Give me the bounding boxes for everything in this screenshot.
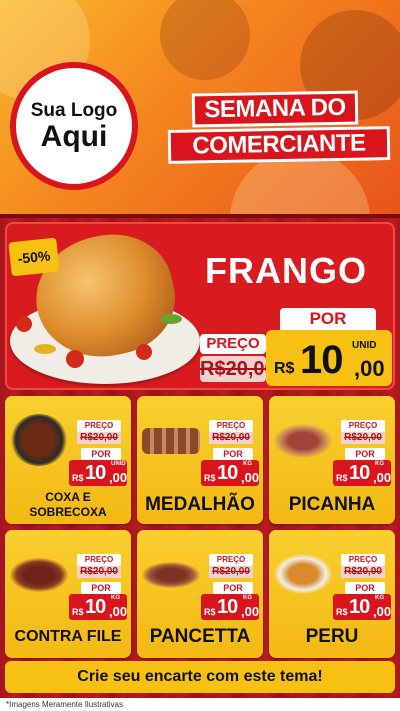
price-integer: 10: [217, 462, 238, 484]
price-integer: 10: [85, 462, 106, 484]
featured-preco-label: PREÇO: [200, 334, 266, 354]
price-decimal: ,00: [241, 470, 260, 485]
por-label: POR: [81, 448, 121, 460]
por-label: POR: [345, 448, 385, 460]
new-price: R$ 10 KG ,00: [333, 594, 391, 620]
product-card-contra-file[interactable]: PREÇO R$20,00 POR R$ 10 KG ,00 CONTRA FILE: [5, 530, 131, 658]
tomato-garnish: [66, 350, 84, 368]
featured-product-name: FRANGO: [205, 250, 367, 291]
price-integer: 10: [349, 596, 370, 618]
price-unit: KG: [375, 595, 384, 601]
cta-button[interactable]: Crie seu encarte com este tema!: [5, 661, 395, 693]
title-line2: COMERCIANTE: [167, 126, 391, 164]
old-price: R$20,00: [209, 566, 253, 578]
preco-label: PREÇO: [209, 420, 253, 432]
roast-turkey-image: [274, 554, 332, 594]
new-price: R$ 10 KG ,00: [201, 594, 259, 620]
currency-symbol: R$: [204, 473, 216, 483]
featured-old-price: R$20,00: [200, 356, 276, 382]
old-price: R$20,00: [77, 432, 121, 444]
price-integer: 10: [85, 596, 106, 618]
product-name: PANCETTA: [149, 626, 251, 647]
herb-garnish: [34, 344, 56, 354]
product-card-peru[interactable]: PREÇO R$20,00 POR R$ 10 KG ,00 PERU: [269, 530, 395, 658]
new-price: R$ 10 KG ,00: [69, 594, 127, 620]
preco-label: PREÇO: [341, 420, 385, 432]
price-unit: UNID: [111, 461, 126, 467]
old-price: R$20,00: [77, 566, 121, 578]
price-unit: KG: [243, 461, 252, 467]
price-decimal: ,00: [373, 470, 392, 485]
background-shape: [160, 0, 250, 80]
currency-symbol: R$: [72, 607, 84, 617]
new-price: R$ 10 UNID ,00: [69, 460, 127, 486]
footnote: *Imagens Meramente Ilustrativas: [0, 698, 400, 711]
currency-symbol: R$: [336, 607, 348, 617]
product-card-medalhao[interactable]: PREÇO R$20,00 POR R$ 10 KG ,00 MEDALHÃO: [137, 396, 263, 524]
currency-symbol: R$: [336, 473, 348, 483]
old-price: R$20,00: [209, 432, 253, 444]
price-unit: KG: [111, 595, 120, 601]
price-decimal: ,00: [373, 604, 392, 619]
new-price: R$ 10 KG ,00: [201, 460, 259, 486]
price-decimal: ,00: [109, 470, 128, 485]
price-decimal: ,00: [241, 604, 260, 619]
price-unit: KG: [375, 461, 384, 467]
currency-symbol: R$: [72, 473, 84, 483]
preco-label: PREÇO: [77, 420, 121, 432]
price-integer: 10: [349, 462, 370, 484]
discount-badge: -50%: [8, 237, 60, 277]
pancetta-image: [142, 562, 200, 588]
tomato-garnish: [16, 316, 32, 332]
product-card-pancetta[interactable]: PREÇO R$20,00 POR R$ 10 KG ,00 PANCETTA: [137, 530, 263, 658]
herb-garnish: [160, 314, 182, 324]
preco-label: PREÇO: [77, 554, 121, 566]
currency-symbol: R$: [204, 607, 216, 617]
price-integer: 10: [217, 596, 238, 618]
price-unit: UNID: [352, 340, 377, 351]
old-price: R$20,00: [341, 566, 385, 578]
new-price: R$ 10 KG ,00: [333, 460, 391, 486]
por-label: POR: [81, 582, 121, 594]
logo-line2: Aqui: [40, 120, 108, 153]
por-label: POR: [213, 582, 253, 594]
preco-label: PREÇO: [341, 554, 385, 566]
product-name: COXA E SOBRECOXA: [29, 490, 107, 519]
por-label: POR: [345, 582, 385, 594]
price-integer: 10: [300, 338, 343, 382]
price-decimal: ,00: [109, 604, 128, 619]
product-name: PERU: [305, 626, 359, 647]
product-card-coxa[interactable]: PREÇO R$20,00 POR R$ 10 UNID ,00 COXA E SOB…: [5, 396, 131, 524]
chicken-thigh-pan-image: [10, 414, 68, 466]
product-card-picanha[interactable]: PREÇO R$20,00 POR R$ 10 KG ,00 PICANHA: [269, 396, 395, 524]
old-price: R$20,00: [341, 432, 385, 444]
tomato-garnish: [136, 344, 152, 360]
logo-line1: Sua Logo: [30, 100, 118, 121]
price-decimal: ,00: [354, 356, 385, 381]
por-label: POR: [213, 448, 253, 460]
featured-por-label: POR: [280, 308, 376, 330]
currency-symbol: R$: [274, 360, 295, 377]
preco-label: PREÇO: [209, 554, 253, 566]
product-name: PICANHA: [288, 494, 376, 515]
logo-placeholder[interactable]: Sua Logo Aqui: [10, 62, 138, 190]
medallion-skewers-image: [142, 428, 200, 454]
price-unit: KG: [243, 595, 252, 601]
contra-file-steak-image: [10, 558, 68, 592]
picanha-board-image: [274, 424, 332, 458]
title-line1: SEMANA DO: [191, 90, 359, 128]
featured-new-price: R$ 10 UNID ,00: [266, 330, 392, 386]
product-name: CONTRA FILE: [14, 628, 122, 645]
product-name: MEDALHÃO: [145, 494, 255, 515]
